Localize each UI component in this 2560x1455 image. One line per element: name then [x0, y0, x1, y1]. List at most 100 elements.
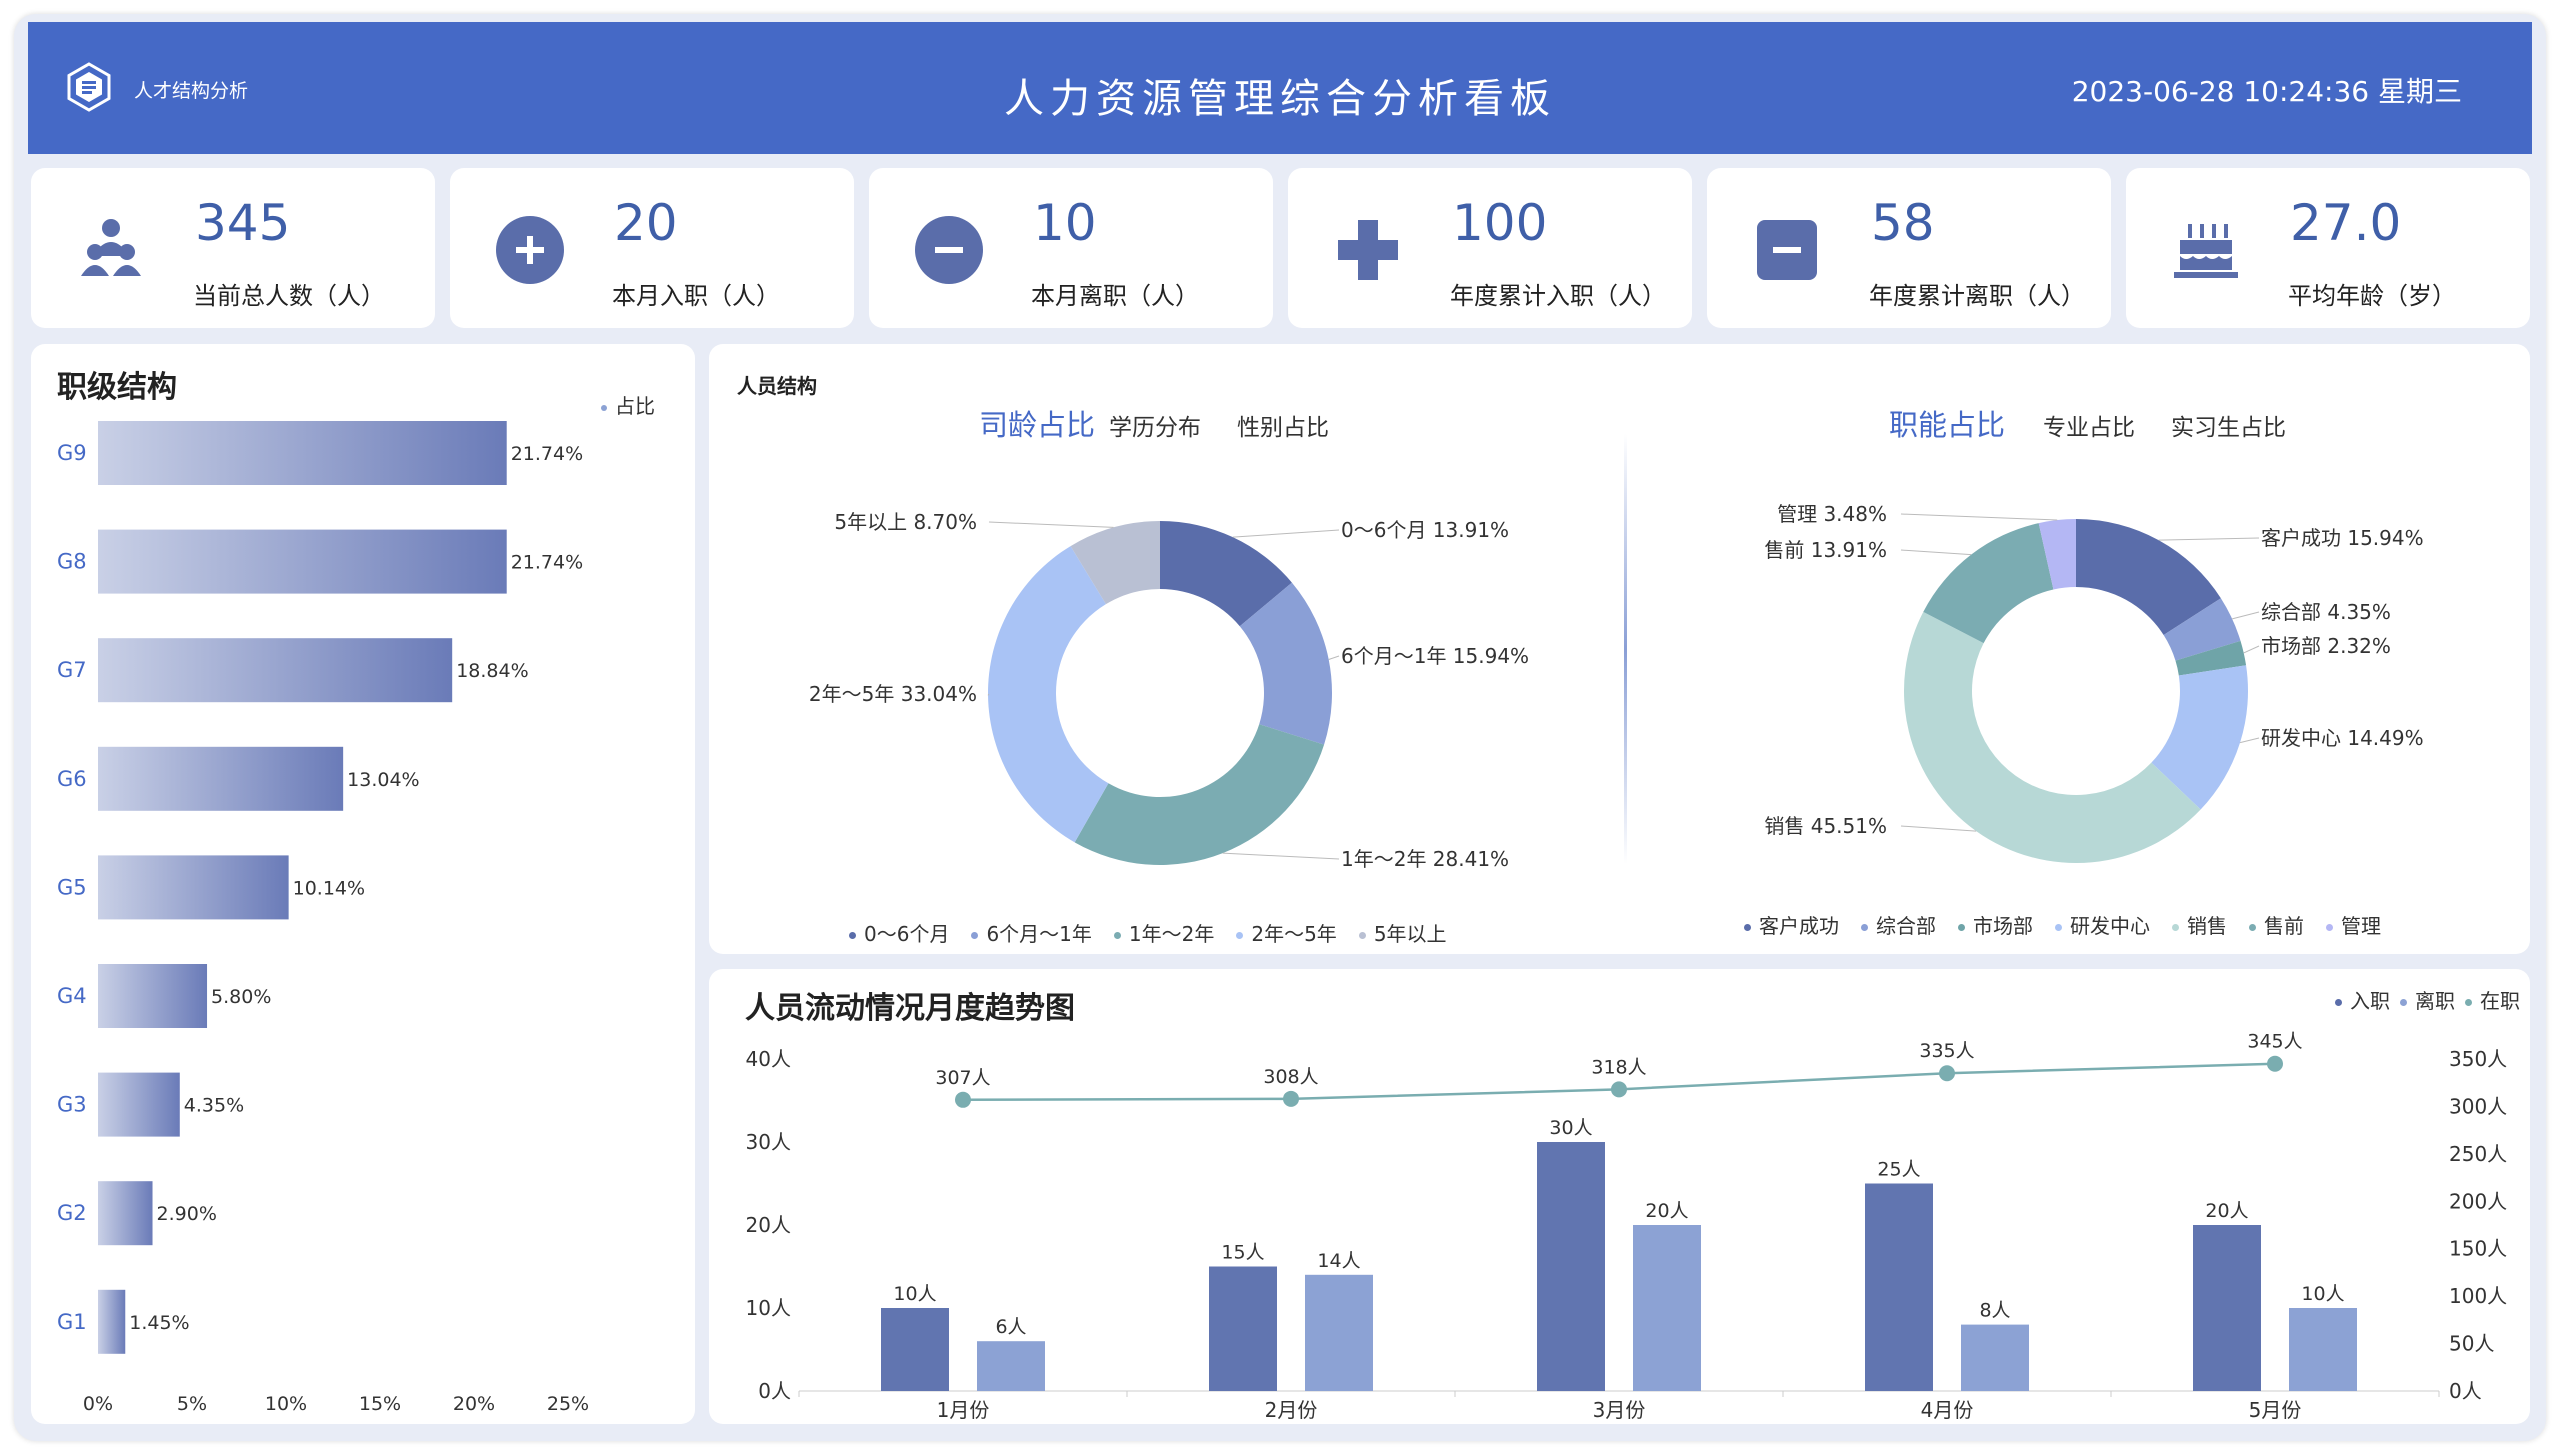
- grade-category-label: G9: [57, 441, 87, 465]
- donut-slice: [1904, 611, 2201, 863]
- legend-item[interactable]: 综合部: [1861, 910, 1936, 939]
- legend-item[interactable]: 管理: [2326, 910, 2381, 939]
- legend-label: 市场部: [1973, 914, 2033, 938]
- legend-label: 0～6个月: [864, 922, 950, 946]
- trend-line-point: [1283, 1090, 1299, 1107]
- grade-category-label: G4: [57, 984, 87, 1008]
- legend-label: 管理: [2341, 914, 2381, 938]
- legend-item[interactable]: 5年以上: [1358, 918, 1447, 947]
- trend-right-tick: 200人: [2449, 1189, 2507, 1213]
- header-bar: 人才结构分析 人力资源管理综合分析看板 2023-06-28 10:24:36 …: [28, 22, 2532, 154]
- grade-x-tick: 5%: [177, 1393, 207, 1415]
- kpi-label: 年度累计离职（人）: [1869, 282, 2085, 310]
- trend-right-tick: 100人: [2449, 1284, 2507, 1308]
- dashboard-frame: 人才结构分析 人力资源管理综合分析看板 2023-06-28 10:24:36 …: [14, 14, 2546, 1441]
- legend-item[interactable]: 市场部: [1958, 910, 2033, 939]
- grade-value-label: 18.84%: [456, 660, 528, 682]
- legend-dot: [849, 932, 856, 939]
- grade-bar: [98, 638, 453, 703]
- donut-leader-line: [1232, 529, 1340, 538]
- donut-leader-line: [1328, 655, 1340, 660]
- kpi-value: 345: [195, 194, 291, 252]
- legend-item[interactable]: 售前: [2249, 910, 2304, 939]
- trend-x-label: 4月份: [1921, 1398, 1974, 1422]
- legend-item[interactable]: 销售: [2172, 910, 2227, 939]
- trend-bar-label: 6人: [995, 1316, 1026, 1338]
- kpi-value: 58: [1871, 194, 1935, 252]
- trend-line-point: [955, 1091, 971, 1108]
- legend-label: 6个月～1年: [986, 922, 1092, 946]
- grade-value-label: 5.80%: [211, 986, 271, 1008]
- kpi-card-year-leave: 58 年度累计离职（人）: [1707, 168, 2111, 328]
- donut-slice-label: 售前 13.91%: [1764, 538, 1887, 562]
- grade-x-tick: 0%: [83, 1393, 113, 1415]
- grade-category-label: G5: [57, 875, 87, 899]
- legend-item[interactable]: 0～6个月: [849, 918, 949, 947]
- grade-category-label: G3: [57, 1093, 87, 1117]
- personnel-structure-panel: 人员结构 司龄占比 学历分布 性别占比 职能占比 专业占比 实习生占比 0～6个…: [709, 344, 2530, 954]
- kpi-value: 20: [614, 194, 678, 252]
- trend-bar-label: 10人: [893, 1283, 936, 1305]
- kpi-value: 10: [1033, 194, 1097, 252]
- tenure-legend: 0～6个月 6个月～1年 1年～2年 2年～5年 5年以上: [849, 918, 1469, 947]
- legend-item[interactable]: 研发中心: [2055, 910, 2150, 939]
- trend-line-point: [1939, 1065, 1955, 1082]
- trend-x-label: 5月份: [2249, 1398, 2302, 1422]
- legend-item[interactable]: 1年～2年: [1113, 918, 1215, 947]
- donut-slice-label: 2年～5年 33.04%: [809, 682, 977, 706]
- minus-square-icon: [1757, 220, 1817, 280]
- donut-slice-label: 研发中心 14.49%: [2261, 726, 2424, 750]
- grade-structure-panel: 职级结构 占比 G9 21.74% G8 21.74% G7 18.84% G6 13.04%…: [31, 344, 695, 1424]
- trend-line-label: 307人: [935, 1067, 990, 1089]
- donut-leader-line: [1222, 852, 1340, 860]
- trend-bar-hire: [1537, 1142, 1605, 1391]
- legend-label: 研发中心: [2070, 914, 2150, 938]
- grade-bar: [98, 1289, 126, 1354]
- legend-item[interactable]: 6个月～1年: [971, 918, 1092, 947]
- donut-leader-line: [1900, 549, 1972, 556]
- legend-label: 2年～5年: [1251, 922, 1337, 946]
- trend-left-tick: 0人: [758, 1379, 791, 1403]
- trend-x-label: 3月份: [1593, 1398, 1646, 1422]
- kpi-card-avg-age: 27.0 平均年龄（岁）: [2126, 168, 2530, 328]
- trend-line-label: 345人: [2247, 1031, 2302, 1053]
- legend-dot: [971, 932, 979, 939]
- grade-bar: [98, 964, 208, 1028]
- donut-slice-label: 市场部 2.32%: [2261, 634, 2391, 658]
- donut-slice-label: 0～6个月 13.91%: [1341, 518, 1509, 542]
- grade-bar-chart: G9 21.74% G8 21.74% G7 18.84% G6 13.04% G5 10.14%…: [57, 421, 589, 1415]
- legend-label: 综合部: [1876, 914, 1936, 938]
- kpi-label: 本月离职（人）: [1031, 282, 1199, 310]
- trend-bar-hire: [1209, 1266, 1277, 1391]
- legend-dot: [1861, 924, 1868, 931]
- donut-slice: [1074, 724, 1325, 865]
- donut-slice-label: 客户成功 15.94%: [2261, 526, 2424, 550]
- trend-bar-leave: [977, 1341, 1045, 1391]
- grade-value-label: 1.45%: [129, 1312, 189, 1334]
- grade-x-tick: 20%: [453, 1393, 495, 1415]
- trend-line-point: [1611, 1081, 1627, 1098]
- legend-dot: [1744, 924, 1751, 931]
- donut-leader-line: [2158, 537, 2260, 541]
- function-legend: 客户成功 综合部 市场部 研发中心 销售 售前 管理: [1744, 910, 2403, 939]
- legend-item[interactable]: 2年～5年: [1236, 918, 1337, 947]
- legend-dot: [1113, 932, 1121, 939]
- grade-value-label: 21.74%: [511, 443, 583, 465]
- trend-left-tick: 40人: [746, 1047, 791, 1071]
- trend-panel: 人员流动情况月度趋势图 入职 离职 在职 0人 10人 20人 30人 40人 0人 50人 10…: [709, 969, 2530, 1424]
- kpi-value: 27.0: [2290, 194, 2402, 252]
- trend-bar-leave: [2289, 1308, 2357, 1391]
- grade-value-label: 4.35%: [184, 1095, 244, 1117]
- kpi-value: 100: [1452, 194, 1548, 252]
- legend-label: 1年～2年: [1128, 922, 1215, 946]
- plus-circle-icon: [496, 216, 564, 284]
- legend-dot: [1358, 932, 1366, 939]
- donut-slice-label: 5年以上 8.70%: [834, 510, 977, 534]
- grade-value-label: 21.74%: [511, 552, 583, 574]
- plus-icon: [1338, 220, 1398, 280]
- trend-line-label: 308人: [1263, 1066, 1318, 1088]
- trend-bar-leave: [1961, 1324, 2029, 1391]
- donut-leader-line: [1900, 513, 2058, 521]
- trend-bar-hire: [881, 1308, 949, 1391]
- legend-item[interactable]: 客户成功: [1744, 910, 1839, 939]
